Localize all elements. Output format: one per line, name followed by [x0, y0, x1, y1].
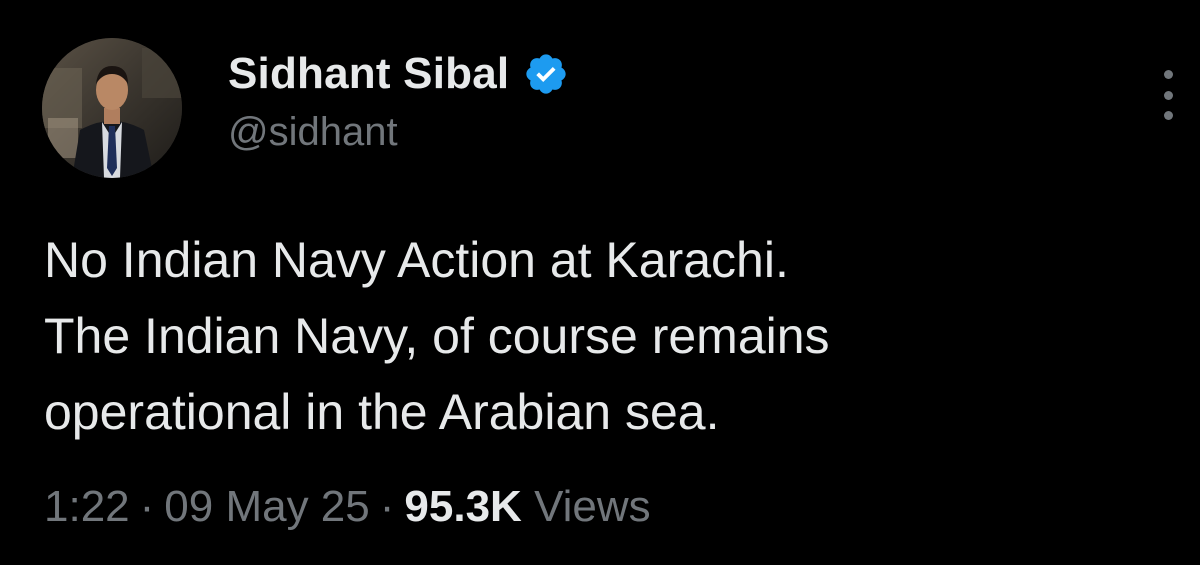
tweet: Sidhant Sibal @sidhant No Indian Navy Ac…	[0, 0, 1200, 565]
tweet-time[interactable]: 1:22	[44, 482, 130, 531]
tweet-meta: 1:22 · 09 May 25 · 95.3K Views	[44, 482, 651, 532]
tweet-text-line: operational in the Arabian sea.	[44, 384, 720, 440]
more-dot	[1163, 70, 1173, 79]
meta-separator: ·	[139, 482, 155, 531]
tweet-text-line: The Indian Navy, of course remains	[44, 308, 830, 364]
more-vertical-icon[interactable]	[1150, 70, 1186, 120]
display-name[interactable]: Sidhant Sibal	[228, 49, 509, 99]
tweet-text: No Indian Navy Action at Karachi. The In…	[44, 222, 1164, 450]
avatar-photo	[42, 38, 182, 178]
more-dot	[1163, 111, 1173, 120]
display-name-row: Sidhant Sibal	[228, 44, 569, 104]
author-names: Sidhant Sibal @sidhant	[228, 44, 569, 155]
tweet-date[interactable]: 09 May 25	[164, 482, 369, 531]
more-dot	[1163, 90, 1173, 100]
views-label: Views	[534, 482, 651, 531]
verified-badge-icon	[523, 51, 569, 97]
avatar[interactable]	[42, 38, 182, 178]
tweet-text-line: No Indian Navy Action at Karachi.	[44, 232, 789, 288]
views-count: 95.3K	[404, 482, 522, 531]
handle[interactable]: @sidhant	[228, 110, 569, 155]
meta-separator: ·	[379, 482, 395, 531]
